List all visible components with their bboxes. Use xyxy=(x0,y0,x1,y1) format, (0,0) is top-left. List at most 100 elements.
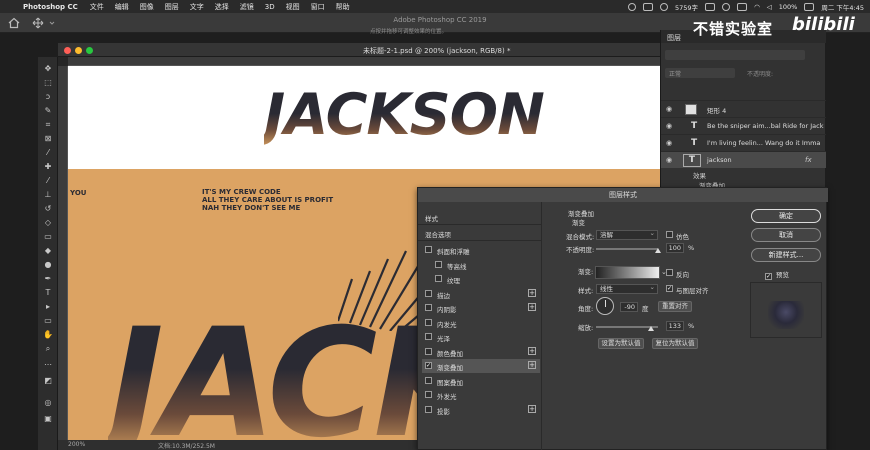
visibility-eye-icon[interactable]: ◉ xyxy=(666,139,674,147)
add-icon[interactable]: + xyxy=(528,405,536,413)
layer-row[interactable]: ◉ 矩形 4 xyxy=(661,100,826,117)
status-icon[interactable] xyxy=(705,2,716,11)
eyedropper-tool-icon[interactable]: ⁄ xyxy=(41,147,55,159)
path-select-tool-icon[interactable]: ▸ xyxy=(41,301,55,313)
reset-alignment-button[interactable]: 重置对齐 xyxy=(658,301,692,312)
gradient-picker[interactable] xyxy=(595,266,660,279)
effects-label[interactable]: 效果 xyxy=(693,170,706,180)
blend-mode-select[interactable]: 正常 xyxy=(665,68,735,78)
pen-tool-icon[interactable]: ✒ xyxy=(41,273,55,285)
blend-mode-select[interactable]: 溶解 xyxy=(596,229,658,240)
scale-slider-knob[interactable] xyxy=(648,326,655,331)
menu-select[interactable]: 选择 xyxy=(215,2,229,12)
word-count[interactable]: 5759字 xyxy=(675,2,698,12)
battery-icon[interactable] xyxy=(804,2,815,11)
gradient-tool-icon[interactable]: ▭ xyxy=(41,231,55,243)
dodge-tool-icon[interactable]: ● xyxy=(41,259,55,271)
screen-mode-icon[interactable]: ▣ xyxy=(41,413,55,425)
healing-brush-icon[interactable]: ✚ xyxy=(41,161,55,173)
hand-tool-icon[interactable]: ✋ xyxy=(41,329,55,341)
reset-default-button[interactable]: 复位为默认值 xyxy=(652,338,698,349)
blur-tool-icon[interactable]: ◆ xyxy=(41,245,55,257)
checkbox[interactable] xyxy=(425,246,432,253)
brush-tool-icon[interactable]: ⁄ xyxy=(41,175,55,187)
style-item-color-overlay[interactable]: 颜色叠加 + xyxy=(422,345,540,359)
minimize-window-icon[interactable] xyxy=(75,47,82,54)
reverse-checkbox[interactable] xyxy=(666,269,673,276)
frame-tool-icon[interactable]: ⊠ xyxy=(41,133,55,145)
add-icon[interactable]: + xyxy=(528,303,536,311)
style-item-contour[interactable]: 等高线 xyxy=(422,258,540,272)
layer-row-selected[interactable]: ◉ T jackson fx xyxy=(661,151,826,168)
blending-options-item[interactable]: 混合选项 xyxy=(422,226,540,240)
zoom-window-icon[interactable] xyxy=(86,47,93,54)
rectangle-tool-icon[interactable]: ▭ xyxy=(41,315,55,327)
gradient-style-select[interactable]: 线性 xyxy=(596,283,658,294)
tab-layers[interactable]: 图层 xyxy=(667,33,681,43)
style-item-drop-shadow[interactable]: 投影 + xyxy=(422,403,540,417)
wifi-icon[interactable]: ◠ xyxy=(754,3,760,11)
style-item-satin[interactable]: 光泽 xyxy=(422,330,540,344)
move-tool-icon[interactable]: ✥ xyxy=(41,63,55,75)
menu-file[interactable]: 文件 xyxy=(90,2,104,12)
checkbox[interactable] xyxy=(425,319,432,326)
menu-help[interactable]: 帮助 xyxy=(336,2,350,12)
preview-checkbox[interactable]: ✓ xyxy=(765,273,772,280)
visibility-eye-icon[interactable]: ◉ xyxy=(666,122,674,130)
vertical-ruler[interactable] xyxy=(58,66,68,440)
style-item-texture[interactable]: 纹理 xyxy=(422,272,540,286)
checkbox[interactable] xyxy=(435,261,442,268)
menu-window[interactable]: 窗口 xyxy=(311,2,325,12)
menu-layer[interactable]: 图层 xyxy=(165,2,179,12)
marquee-tool-icon[interactable]: ⬚ xyxy=(41,77,55,89)
layer-filter[interactable] xyxy=(665,50,805,60)
history-brush-icon[interactable]: ↺ xyxy=(41,203,55,215)
stamp-tool-icon[interactable]: ⊥ xyxy=(41,189,55,201)
quick-mask-icon[interactable]: ◎ xyxy=(41,397,55,409)
style-list-header[interactable]: 样式 xyxy=(422,210,540,224)
menu-app-name[interactable]: Photoshop CC xyxy=(23,3,78,11)
status-icon[interactable] xyxy=(737,2,748,11)
layer-fx-icon[interactable]: fx xyxy=(805,156,812,164)
menu-filter[interactable]: 滤镜 xyxy=(240,2,254,12)
angle-value[interactable]: -90 xyxy=(620,302,638,312)
align-layer-checkbox[interactable]: ✓ xyxy=(666,285,673,292)
scale-value[interactable]: 133 xyxy=(666,321,684,331)
checkbox[interactable] xyxy=(425,348,432,355)
opacity-slider-knob[interactable] xyxy=(655,248,661,253)
zoom-tool-icon[interactable]: ⌕ xyxy=(41,343,55,355)
ok-button[interactable]: 确定 xyxy=(751,209,821,223)
menu-view[interactable]: 视图 xyxy=(286,2,300,12)
menu-image[interactable]: 图像 xyxy=(140,2,154,12)
checkbox[interactable] xyxy=(425,377,432,384)
preview-toggle[interactable]: ✓ 预览 xyxy=(765,269,789,280)
style-item-outer-glow[interactable]: 外发光 xyxy=(422,388,540,402)
status-icon[interactable] xyxy=(643,2,654,11)
add-icon[interactable]: + xyxy=(528,361,536,369)
checkbox[interactable] xyxy=(425,333,432,340)
checkbox[interactable] xyxy=(425,304,432,311)
angle-dial[interactable] xyxy=(596,297,614,315)
layer-row[interactable]: ◉ T Be the sniper aim...bal Ride for Jac… xyxy=(661,117,826,134)
style-item-inner-glow[interactable]: 内发光 xyxy=(422,316,540,330)
close-window-icon[interactable] xyxy=(64,47,71,54)
style-item-pattern-overlay[interactable]: 图案叠加 xyxy=(422,374,540,388)
move-tool-icon[interactable] xyxy=(32,17,58,29)
add-icon[interactable]: + xyxy=(528,289,536,297)
more-tools-icon[interactable]: ⋯ xyxy=(41,359,55,371)
volume-icon[interactable]: ◁ xyxy=(767,3,772,11)
horizontal-ruler[interactable] xyxy=(68,57,660,66)
visibility-eye-icon[interactable]: ◉ xyxy=(666,105,674,113)
lasso-tool-icon[interactable]: ↄ xyxy=(41,91,55,103)
type-tool-icon[interactable]: T xyxy=(41,287,55,299)
opacity-value[interactable]: 100 xyxy=(666,243,684,253)
new-style-button[interactable]: 新建样式... xyxy=(751,248,821,262)
checkbox-checked[interactable]: ✓ xyxy=(425,362,432,369)
visibility-eye-icon[interactable]: ◉ xyxy=(666,156,674,164)
status-icon[interactable] xyxy=(628,2,637,11)
dither-checkbox[interactable] xyxy=(666,231,673,238)
status-icon[interactable] xyxy=(660,2,669,11)
color-swatches-icon[interactable]: ◩ xyxy=(41,375,55,387)
style-item-gradient-overlay[interactable]: ✓ 渐变叠加 + xyxy=(422,359,540,373)
cancel-button[interactable]: 取消 xyxy=(751,228,821,242)
